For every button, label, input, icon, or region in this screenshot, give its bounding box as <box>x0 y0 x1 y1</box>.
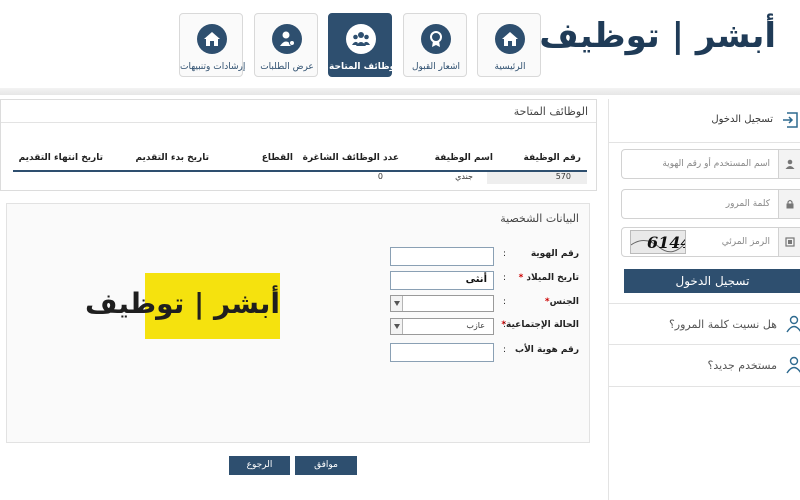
chevron-down-icon[interactable] <box>391 319 403 334</box>
captcha-image: 6144 <box>630 230 686 254</box>
jobs-table-header: رقم الوظيفة اسم الوظيفة عدد الوظائف الشا… <box>13 147 587 172</box>
nav-guidelines[interactable]: إرشادات وتنبيهات <box>179 13 246 77</box>
promo-text: أبشر | توظيف <box>85 287 281 320</box>
home-icon <box>495 24 525 54</box>
new-user-link[interactable]: مستخدم جديد؟ <box>609 345 800 387</box>
captcha-field[interactable]: الرمز المرئي 6144 <box>621 227 800 257</box>
nav-guidelines-label: إرشادات وتنبيهات <box>180 62 246 72</box>
login-title: تسجيل الدخول <box>711 114 773 125</box>
gender-label: الجنس* <box>544 297 579 307</box>
col-start-date: تاريخ بدء التقديم <box>135 153 209 163</box>
new-user-text: مستخدم جديد؟ <box>707 359 777 372</box>
nav-available-jobs-label: الوظائف المتاحة <box>329 62 402 72</box>
main-content: الوظائف المتاحة رقم الوظيفة اسم الوظيفة … <box>0 99 598 500</box>
jobs-divider <box>1 122 596 123</box>
nav-view-requests-label: عرض الطلبات <box>260 62 314 72</box>
jobs-table: رقم الوظيفة اسم الوظيفة عدد الوظائف الشا… <box>13 147 587 184</box>
password-placeholder: كلمة المرور <box>725 199 770 209</box>
user-add-icon <box>786 356 800 374</box>
nav-acceptance-notice[interactable]: اشعار القبول <box>403 13 467 77</box>
password-field[interactable]: كلمة المرور <box>621 189 800 219</box>
id-colon: : <box>503 249 507 259</box>
forgot-password-link[interactable]: هل نسيت كلمة المرور؟ <box>609 303 800 345</box>
login-icon <box>783 112 798 128</box>
col-end-date: تاريخ انتهاء التقديم <box>18 153 103 163</box>
login-header: تسجيل الدخول <box>609 99 800 143</box>
username-placeholder: اسم المستخدم أو رقم الهوية <box>662 159 770 169</box>
father-id-colon: : <box>503 345 507 355</box>
ok-button[interactable]: موافق <box>295 456 357 475</box>
header: أبشر | توظيف الرئيسية اشعار القبول الوظا… <box>0 0 800 95</box>
captcha-placeholder: الرمز المرئي <box>721 237 770 247</box>
chevron-down-icon[interactable] <box>391 296 403 311</box>
personal-title: البيانات الشخصية <box>500 212 579 225</box>
col-vacancies: عدد الوظائف الشاغرة <box>302 153 399 163</box>
home-icon <box>197 24 227 54</box>
col-job-number: رقم الوظيفة <box>523 153 581 163</box>
username-field[interactable]: اسم المستخدم أو رقم الهوية <box>621 149 800 179</box>
dob-input[interactable]: أنثى <box>390 271 494 290</box>
id-input[interactable] <box>390 247 494 266</box>
forgot-password-text: هل نسيت كلمة المرور؟ <box>668 318 777 331</box>
captcha-icon <box>778 228 800 256</box>
marital-label: الحالة الإجتماعية* <box>501 320 579 330</box>
gender-colon: : <box>503 297 507 307</box>
logo[interactable]: أبشر | توظيف <box>539 10 777 72</box>
logo-text: أبشر | توظيف <box>539 16 777 56</box>
col-sector: القطاع <box>261 153 293 163</box>
dob-label: تاريخ الميلاد * <box>518 273 579 283</box>
cell-job-name: جندي <box>455 172 473 181</box>
father-id-label: رقم هوية الأب <box>515 345 579 355</box>
id-label: رقم الهوية <box>530 249 579 259</box>
marital-value: عازب <box>466 321 485 330</box>
marital-colon: : <box>503 320 507 330</box>
cell-job-number: 570 <box>487 172 587 184</box>
login-submit-button[interactable]: تسجيل الدخول <box>624 269 800 293</box>
login-sidebar: تسجيل الدخول اسم المستخدم أو رقم الهوية … <box>608 99 800 500</box>
col-job-name: اسم الوظيفة <box>434 153 493 163</box>
dob-colon: : <box>503 273 507 283</box>
table-row[interactable]: 570 جندي 0 <box>13 172 587 184</box>
marital-select[interactable]: عازب <box>390 318 494 335</box>
dob-value: أنثى <box>465 274 487 285</box>
header-divider <box>0 88 800 95</box>
personal-data-panel: البيانات الشخصية رقم الهوية : تاريخ المي… <box>6 203 590 443</box>
user-icon <box>778 150 800 178</box>
captcha-text: 6144 <box>647 233 685 252</box>
certificate-icon <box>421 24 451 54</box>
cell-vacancies: 0 <box>377 172 383 181</box>
nav-acceptance-label: اشعار القبول <box>411 62 461 72</box>
gender-select[interactable] <box>390 295 494 312</box>
team-icon <box>346 24 376 54</box>
jobs-panel: الوظائف المتاحة رقم الوظيفة اسم الوظيفة … <box>0 99 597 191</box>
jobs-title: الوظائف المتاحة <box>513 105 588 118</box>
back-button[interactable]: الرجوع <box>229 456 290 475</box>
user-help-icon <box>786 315 800 333</box>
nav-view-requests[interactable]: عرض الطلبات <box>254 13 318 77</box>
user-settings-icon <box>272 24 302 54</box>
promo-banner: أبشر | توظيف <box>85 273 281 339</box>
nav-available-jobs[interactable]: الوظائف المتاحة <box>328 13 402 77</box>
nav-home-label: الرئيسية <box>494 62 526 72</box>
lock-icon <box>778 190 800 218</box>
father-id-input[interactable] <box>390 343 494 362</box>
nav-home[interactable]: الرئيسية <box>477 13 541 77</box>
